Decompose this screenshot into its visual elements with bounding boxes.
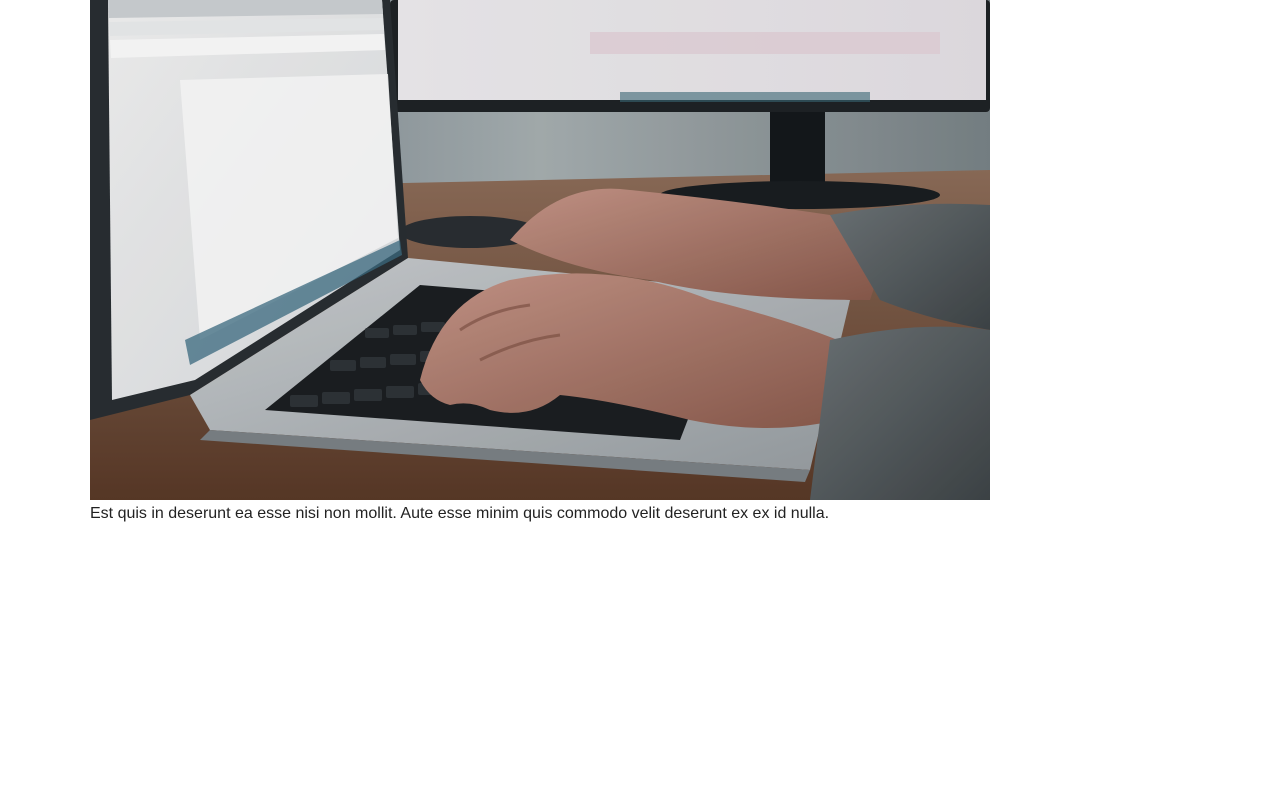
content-figure: Est quis in deserunt ea esse nisi non mo… [90, 0, 990, 524]
laptop-typing-photo [90, 0, 990, 500]
page: Est quis in deserunt ea esse nisi non mo… [0, 0, 1280, 800]
image-caption: Est quis in deserunt ea esse nisi non mo… [90, 505, 830, 522]
